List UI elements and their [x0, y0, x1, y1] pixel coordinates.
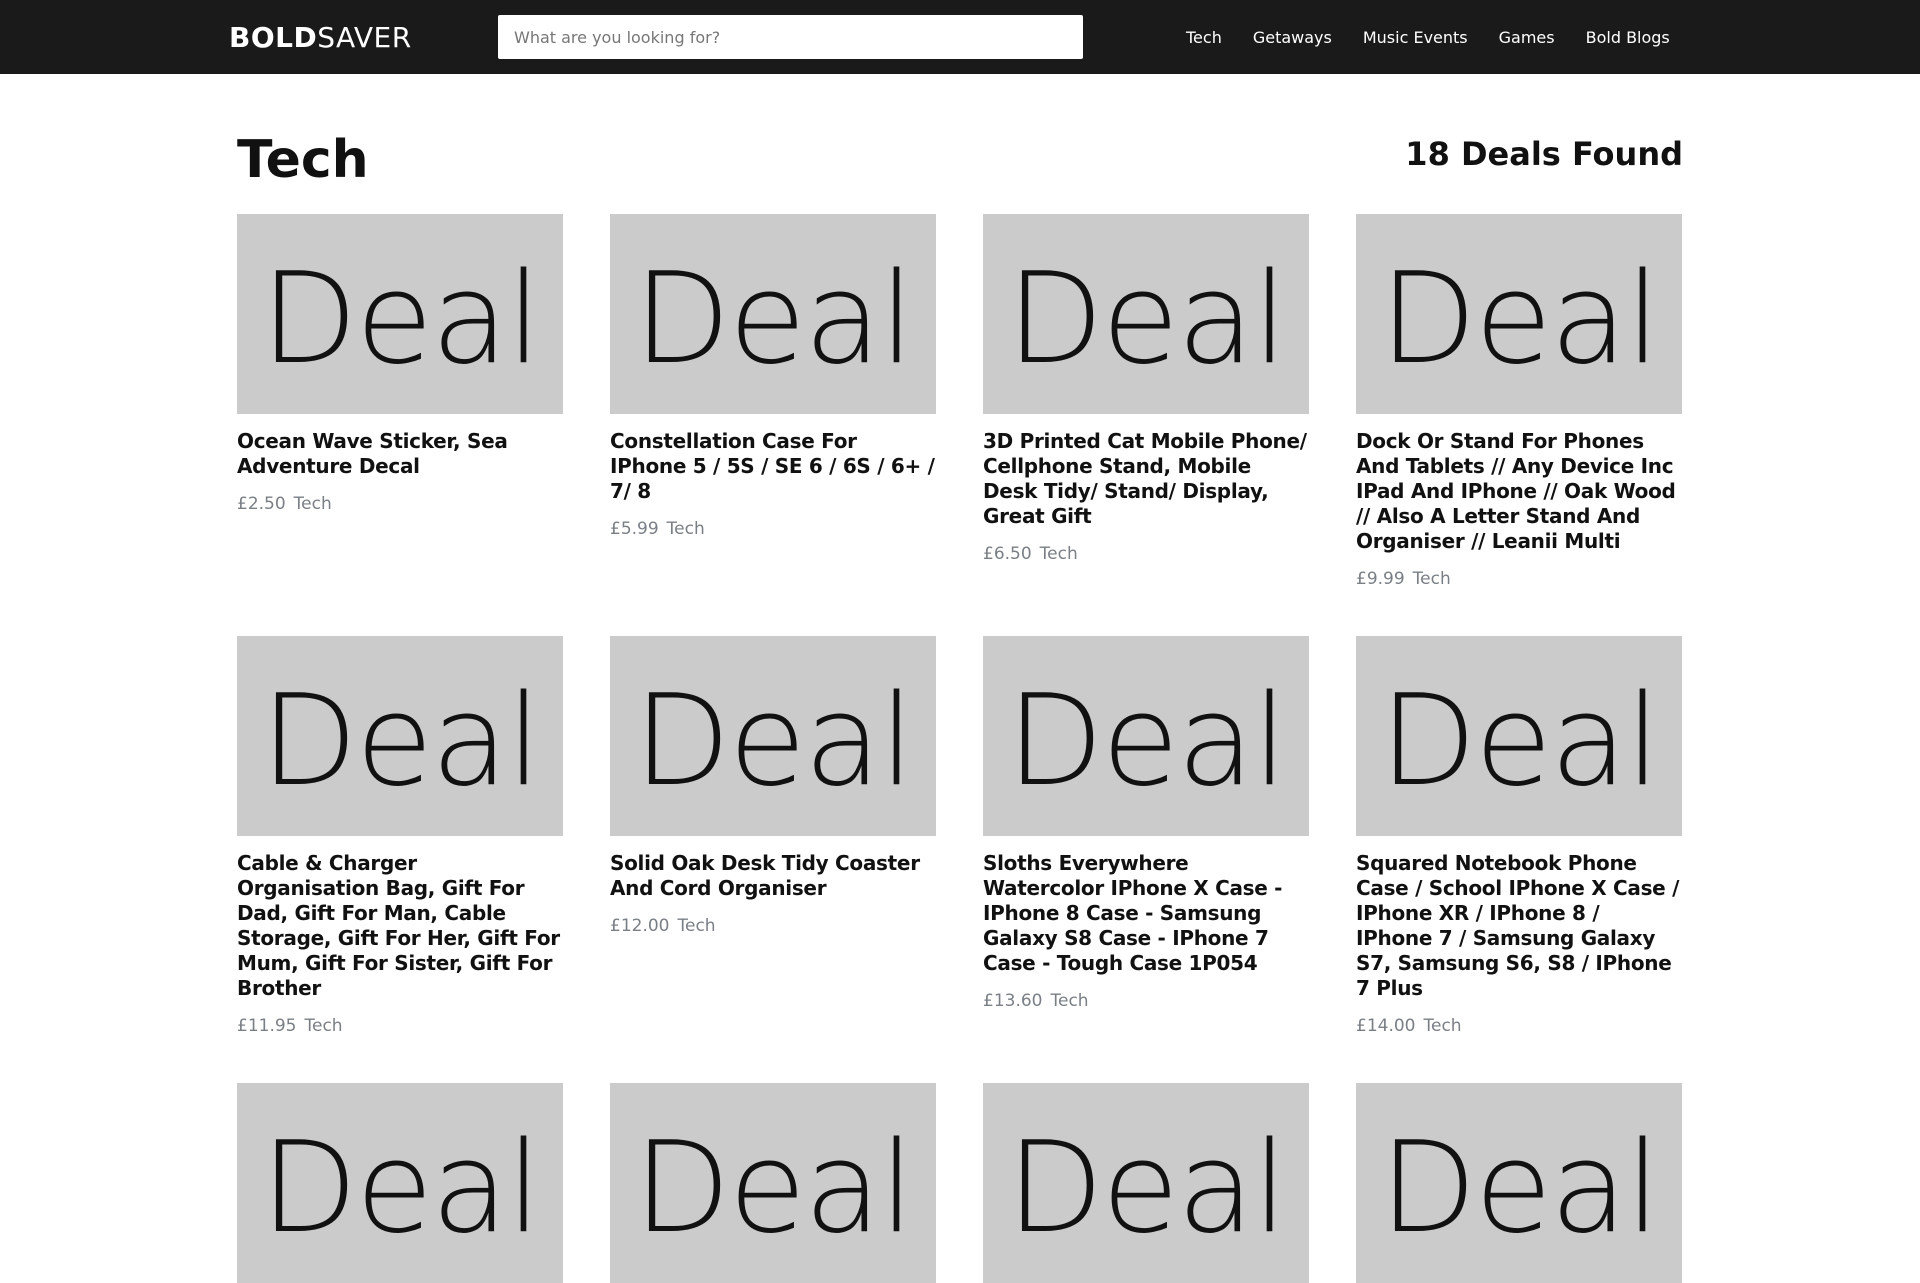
deal-thumbnail-text: Deal: [1006, 667, 1288, 814]
deal-price: £13.60: [983, 991, 1043, 1011]
deal-thumbnail-text: Deal: [1379, 1114, 1661, 1261]
deal-thumbnail: Deal: [610, 1083, 936, 1283]
deal-card[interactable]: Deal Dock Or Stand For Phones And Tablet…: [1356, 214, 1682, 589]
top-navbar: BOLDSAVER Tech Getaways Music Events Gam…: [0, 0, 1920, 74]
deals-found-count: 18 Deals Found: [1405, 135, 1683, 173]
deal-thumbnail-text: Deal: [633, 245, 915, 392]
deal-title: Solid Oak Desk Tidy Coaster And Cord Org…: [610, 851, 920, 900]
deal-title: 3D Printed Cat Mobile Phone/ Cellphone S…: [983, 429, 1307, 528]
deal-title: Sloths Everywhere Watercolor IPhone X Ca…: [983, 851, 1283, 975]
nav-item-games[interactable]: Games: [1499, 28, 1555, 47]
nav-item-getaways[interactable]: Getaways: [1253, 28, 1332, 47]
deal-card[interactable]: Deal: [1356, 1083, 1682, 1283]
deal-meta: £14.00 Tech: [1356, 1016, 1682, 1036]
deal-card[interactable]: Deal Ocean Wave Sticker, Sea Adventure D…: [237, 214, 563, 589]
deal-thumbnail: Deal: [1356, 214, 1682, 414]
deal-meta: £13.60 Tech: [983, 991, 1309, 1011]
deal-price: £11.95: [237, 1016, 297, 1036]
deal-category: Tech: [293, 494, 332, 514]
deal-thumbnail-text: Deal: [1006, 1114, 1288, 1261]
deal-card[interactable]: Deal Solid Oak Desk Tidy Coaster And Cor…: [610, 636, 936, 1036]
deal-meta: £5.99 Tech: [610, 519, 936, 539]
deal-price: £12.00: [610, 916, 670, 936]
deal-card[interactable]: Deal: [610, 1083, 936, 1283]
deal-thumbnail: Deal: [610, 214, 936, 414]
deal-thumbnail: Deal: [237, 1083, 563, 1283]
deal-meta: £2.50 Tech: [237, 494, 563, 514]
deal-thumbnail: Deal: [983, 1083, 1309, 1283]
deal-title: Cable & Charger Organisation Bag, Gift F…: [237, 851, 560, 1000]
deal-thumbnail: Deal: [237, 214, 563, 414]
deal-thumbnail: Deal: [1356, 636, 1682, 836]
deal-card[interactable]: Deal 3D Printed Cat Mobile Phone/ Cellph…: [983, 214, 1309, 589]
deal-thumbnail: Deal: [1356, 1083, 1682, 1283]
deal-category: Tech: [677, 916, 716, 936]
deal-category: Tech: [1412, 569, 1451, 589]
deal-thumbnail: Deal: [237, 636, 563, 836]
logo-bold-text: BOLD: [229, 20, 318, 54]
deal-category: Tech: [1050, 991, 1089, 1011]
deal-thumbnail-text: Deal: [260, 1114, 542, 1261]
deal-thumbnail-text: Deal: [633, 1114, 915, 1261]
deal-card[interactable]: Deal: [983, 1083, 1309, 1283]
deal-card[interactable]: Deal Squared Notebook Phone Case / Schoo…: [1356, 636, 1682, 1036]
nav-item-tech[interactable]: Tech: [1186, 28, 1222, 47]
deal-thumbnail: Deal: [983, 214, 1309, 414]
deal-card[interactable]: Deal Cable & Charger Organisation Bag, G…: [237, 636, 563, 1036]
deal-price: £2.50: [237, 494, 286, 514]
nav-item-bold-blogs[interactable]: Bold Blogs: [1586, 28, 1670, 47]
deal-meta: £9.99 Tech: [1356, 569, 1682, 589]
page-title: Tech: [237, 130, 369, 190]
deal-title: Dock Or Stand For Phones And Tablets // …: [1356, 429, 1676, 553]
deal-thumbnail-text: Deal: [260, 245, 542, 392]
deal-category: Tech: [304, 1016, 343, 1036]
deal-meta: £6.50 Tech: [983, 544, 1309, 564]
deal-title: Constellation Case For IPhone 5 / 5S / S…: [610, 429, 935, 503]
deal-category: Tech: [666, 519, 705, 539]
deal-meta: £12.00 Tech: [610, 916, 936, 936]
logo[interactable]: BOLD SAVER: [229, 0, 412, 74]
deal-category: Tech: [1423, 1016, 1462, 1036]
deals-grid: Deal Ocean Wave Sticker, Sea Adventure D…: [237, 214, 1684, 1283]
nav-item-music-events[interactable]: Music Events: [1363, 28, 1468, 47]
deal-thumbnail-text: Deal: [1006, 245, 1288, 392]
deal-title: Ocean Wave Sticker, Sea Adventure Decal: [237, 429, 508, 478]
logo-light-text: SAVER: [317, 20, 412, 54]
deal-thumbnail-text: Deal: [260, 667, 542, 814]
deal-meta: £11.95 Tech: [237, 1016, 563, 1036]
deal-title: Squared Notebook Phone Case / School IPh…: [1356, 851, 1680, 1000]
deal-thumbnail: Deal: [983, 636, 1309, 836]
deal-price: £9.99: [1356, 569, 1405, 589]
deal-price: £6.50: [983, 544, 1032, 564]
deal-card[interactable]: Deal Sloths Everywhere Watercolor IPhone…: [983, 636, 1309, 1036]
deal-card[interactable]: Deal: [237, 1083, 563, 1283]
search-input[interactable]: [498, 15, 1083, 59]
deal-price: £5.99: [610, 519, 659, 539]
deal-thumbnail-text: Deal: [1379, 667, 1661, 814]
deal-thumbnail: Deal: [610, 636, 936, 836]
main-nav: Tech Getaways Music Events Games Bold Bl…: [1186, 0, 1670, 74]
deal-price: £14.00: [1356, 1016, 1416, 1036]
deal-category: Tech: [1039, 544, 1078, 564]
deal-thumbnail-text: Deal: [1379, 245, 1661, 392]
deal-thumbnail-text: Deal: [633, 667, 915, 814]
deal-card[interactable]: Deal Constellation Case For IPhone 5 / 5…: [610, 214, 936, 589]
